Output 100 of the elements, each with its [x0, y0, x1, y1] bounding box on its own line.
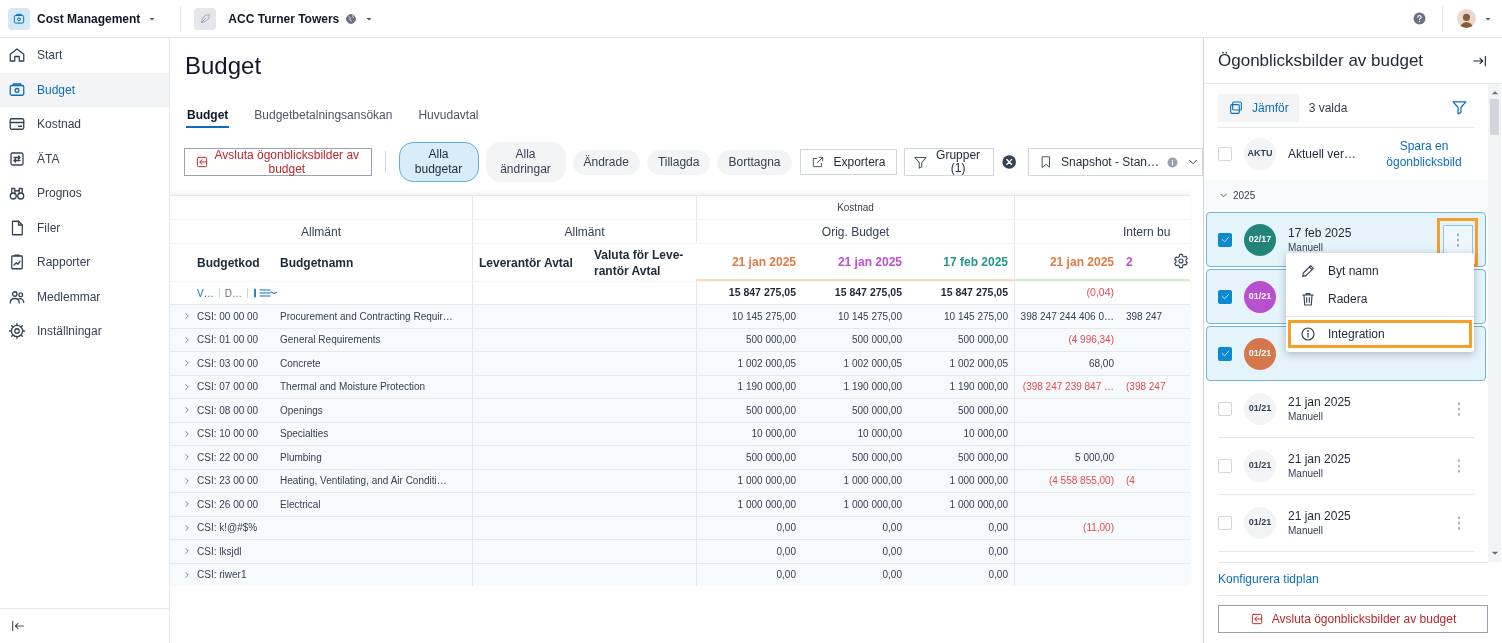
app-switcher[interactable]: Cost Management	[37, 9, 159, 28]
expand-icon[interactable]	[182, 522, 192, 533]
filter-chip[interactable]: Borttagna	[717, 149, 792, 175]
table-cell-text: 500 000,00	[745, 403, 796, 418]
collapse-icon[interactable]	[10, 618, 26, 634]
table-cell-text: 10 000,00	[751, 427, 796, 442]
menu-item[interactable]: Byt namn	[1288, 257, 1472, 285]
sort-icon[interactable]	[252, 287, 277, 299]
table-cell-text: 1 000 000,00	[737, 497, 796, 512]
year-group-header[interactable]: 2025	[1204, 180, 1488, 210]
sidebar-item[interactable]: Medlemmar	[0, 279, 169, 314]
filter-icon[interactable]	[1451, 99, 1468, 116]
tab[interactable]: Budgetbetalningsansökan	[253, 104, 394, 128]
snapshot-badge: 01/21	[1244, 280, 1276, 313]
user-avatar[interactable]	[1457, 9, 1476, 28]
view-select[interactable]: Snapshot - Stan…	[1028, 148, 1203, 176]
help-icon[interactable]	[1413, 12, 1426, 25]
table-cell-text: 68,00	[1088, 356, 1114, 371]
expand-icon[interactable]	[182, 475, 192, 486]
more-button[interactable]	[1443, 224, 1473, 255]
total-cell: 15 847 275,05	[834, 285, 902, 301]
expand-icon[interactable]	[182, 452, 192, 463]
sidebar-item[interactable]: Filer	[0, 210, 169, 245]
table-cell-text: 0,00	[776, 521, 796, 536]
checkbox[interactable]	[1218, 402, 1232, 416]
exit-snapshots-button[interactable]: Avsluta ögonblicksbilder av budget	[1218, 605, 1488, 633]
expand-icon[interactable]	[182, 499, 192, 510]
check-icon	[1219, 234, 1231, 245]
group-button[interactable]: Grupper (1)	[903, 148, 994, 176]
clear-icon[interactable]	[1000, 153, 1017, 171]
sidebar-item[interactable]: Inställningar	[0, 314, 169, 349]
info-icon	[1300, 326, 1316, 342]
expand-icon[interactable]	[182, 358, 192, 369]
sidebar-item[interactable]: Start	[0, 38, 169, 73]
expand-icon[interactable]	[182, 381, 192, 392]
tab[interactable]: Huvudavtal	[417, 104, 480, 128]
scroll-thumb[interactable]	[1490, 99, 1499, 135]
sidebar-item[interactable]: Rapporter	[0, 245, 169, 280]
expand-icon[interactable]	[182, 405, 192, 416]
column-header[interactable]: Budgetkod	[197, 254, 260, 271]
settings-icon[interactable]	[1173, 253, 1189, 269]
table-cell-text: 10 000,00	[857, 427, 902, 442]
table-cell-text: (11,00)	[1083, 521, 1114, 536]
sidebar-item[interactable]: Prognos	[0, 176, 169, 211]
table-cell-text: 500 000,00	[851, 450, 902, 465]
expand-icon[interactable]	[182, 311, 192, 322]
scrollbar[interactable]	[1488, 84, 1501, 562]
total-cell: (0,04)	[1086, 285, 1114, 301]
export-button[interactable]: Exportera	[799, 149, 897, 175]
checkbox[interactable]	[1218, 289, 1232, 304]
configure-schedule-link[interactable]: Konfigurera tidplan	[1218, 570, 1319, 588]
exit-icon	[195, 155, 209, 169]
tab[interactable]: Budget	[186, 104, 230, 128]
snapshot-title: 17 feb 2025	[1288, 224, 1352, 241]
sidebar-item[interactable]: Kostnad	[0, 107, 169, 142]
expand-icon[interactable]	[182, 546, 192, 557]
table-cell-text: Specialties	[280, 427, 329, 442]
report-icon	[8, 253, 26, 272]
save-snapshot-link[interactable]: Spara en ögonblicksbild	[1374, 138, 1474, 170]
expand-icon[interactable]	[182, 334, 192, 345]
table-cell-text: 500 000,00	[745, 450, 796, 465]
column-header[interactable]: 2	[1126, 253, 1133, 270]
sidebar-item[interactable]: ÄTA	[0, 141, 169, 176]
expand-icon[interactable]	[182, 428, 192, 439]
column-header[interactable]: 17 feb 2025	[943, 253, 1008, 270]
checkbox[interactable]	[1218, 232, 1232, 247]
checkbox[interactable]	[1218, 147, 1232, 161]
expand-icon[interactable]	[182, 569, 192, 580]
table-cell-text: 0,00	[776, 544, 796, 559]
page-title: Budget	[184, 51, 263, 81]
filter-chip[interactable]: Alla ändringar	[485, 142, 566, 182]
home-icon	[8, 46, 26, 65]
column-header[interactable]: Leverantör Avtal	[479, 254, 573, 271]
snapshot-badge: 02/17	[1244, 223, 1276, 256]
exit-icon	[1249, 612, 1264, 626]
sidebar-item[interactable]: Budget	[0, 72, 169, 107]
column-filter[interactable]: D…	[224, 285, 242, 301]
table-cell-text: CSI: 26 00 00	[197, 497, 259, 512]
project-switcher[interactable]: ACC Turner Towers	[228, 9, 376, 28]
table-cell-text: 500 000,00	[851, 333, 902, 348]
checkbox[interactable]	[1218, 346, 1232, 361]
table-cell-text: 0,00	[776, 568, 796, 583]
table-cell-text: (398 247	[1126, 380, 1166, 395]
filter-chip[interactable]: Alla budgetar	[398, 142, 479, 182]
column-header[interactable]: Valuta för Leve-rantör Avtal	[594, 246, 688, 279]
filter-chip[interactable]: Tillagda	[646, 149, 711, 175]
swap-icon	[8, 149, 26, 168]
checkbox[interactable]	[1218, 459, 1232, 473]
exit-snapshots-button[interactable]: Avsluta ögonblicksbilder av budget	[184, 148, 372, 176]
filter-chip[interactable]: Ändrade	[572, 149, 640, 175]
table-cell-text: 1 000 000,00	[949, 497, 1008, 512]
table-cell-text: 500 000,00	[957, 450, 1008, 465]
menu-item[interactable]: Radera	[1288, 285, 1472, 313]
column-filter[interactable]: V…	[197, 285, 214, 301]
column-header[interactable]: Budgetnamn	[280, 254, 354, 271]
column-header[interactable]: 21 jan 2025	[837, 253, 902, 270]
table-cell-text: 1 000 000,00	[949, 474, 1008, 489]
compare-button[interactable]: Jämför	[1218, 93, 1299, 122]
checkbox[interactable]	[1218, 516, 1232, 530]
menu-item[interactable]: Integration	[1288, 320, 1472, 348]
